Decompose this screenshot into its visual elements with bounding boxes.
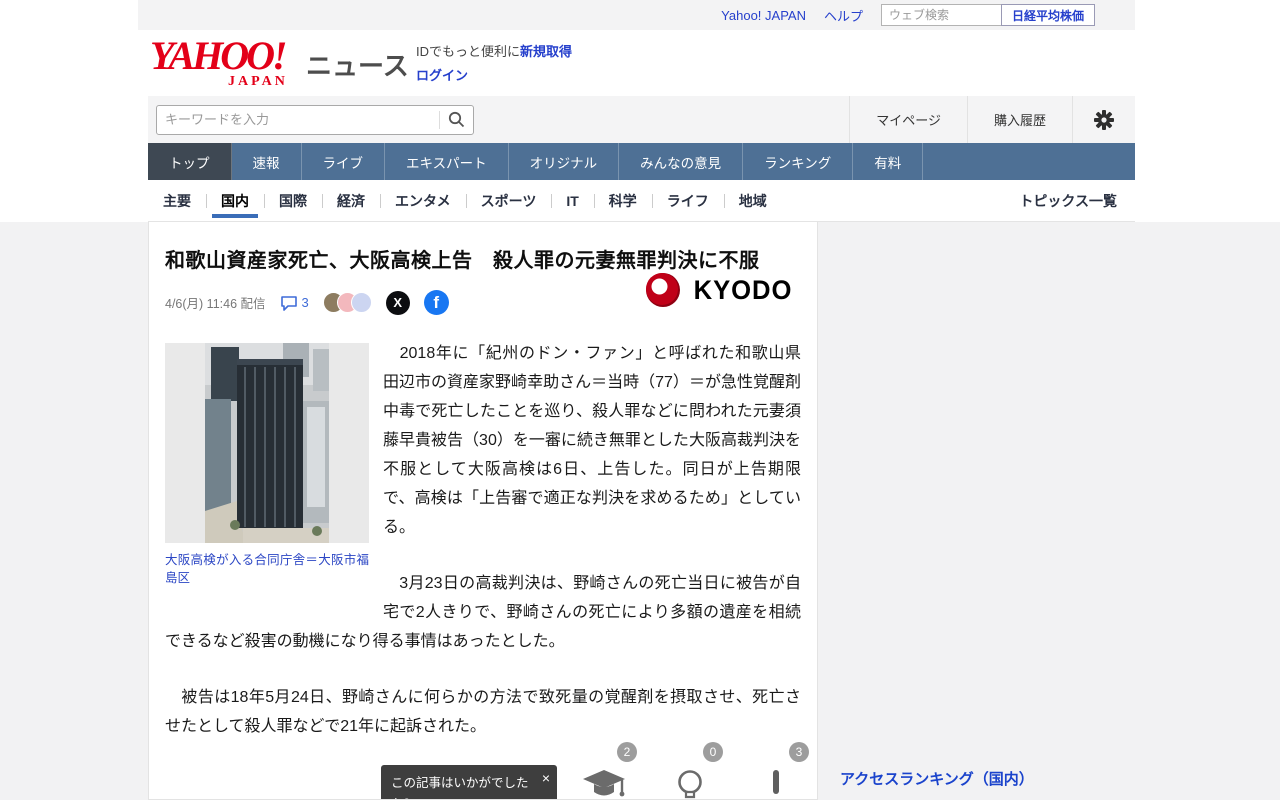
category-main[interactable]: 主要: [148, 180, 206, 221]
keyword-search-box: [156, 104, 474, 135]
comments-link[interactable]: 3: [280, 295, 309, 311]
category-entertainment[interactable]: エンタメ: [380, 180, 466, 221]
article-card: 和歌山資産家死亡、大阪高検上告 殺人罪の元妻無罪判決に不服 4/6(月) 11:…: [148, 222, 818, 800]
tab-paid[interactable]: 有料: [853, 143, 924, 180]
yahoo-logo-text: YAHOO!: [150, 33, 288, 78]
yahoo-japan-logo[interactable]: YAHOO! JAPAN: [150, 34, 300, 92]
article-title: 和歌山資産家死亡、大阪高検上告 殺人罪の元妻無罪判決に不服: [165, 250, 760, 272]
web-search-input[interactable]: [880, 4, 1001, 26]
tab-original[interactable]: オリジナル: [509, 143, 620, 180]
article-figure: 大阪高検が入る合同庁舎＝大阪市福島区: [165, 343, 369, 587]
reaction-clear-button[interactable]: 0: [655, 742, 725, 799]
category-domestic[interactable]: 国内: [206, 180, 264, 221]
keyword-search-input[interactable]: [165, 112, 439, 127]
provider-name: KYODO: [693, 274, 793, 305]
tab-opinions[interactable]: みんなの意見: [619, 143, 744, 180]
settings-button[interactable]: [1072, 96, 1135, 143]
comment-bubble-icon: [280, 295, 297, 311]
comment-count: 3: [301, 295, 309, 310]
purchase-history-link[interactable]: 購入履歴: [966, 96, 1072, 143]
tab-top[interactable]: トップ: [148, 143, 232, 180]
article-paragraph: 被告は18年5月24日、野崎さんに何らかの方法で致死量の覚醒剤を摂取させ、死亡さ…: [165, 689, 801, 735]
web-search-group: 日経平均株価: [880, 4, 1095, 26]
signup-link[interactable]: 新規取得: [520, 44, 572, 59]
tab-flash[interactable]: 速報: [232, 143, 302, 180]
main-navigation: トップ 速報 ライブ エキスパート オリジナル みんなの意見 ランキング 有料: [148, 143, 1135, 180]
site-header: YAHOO! JAPAN ニュース IDでもっと便利に新規取得 ログイン: [148, 30, 1135, 96]
graduation-cap-icon: [581, 768, 627, 799]
publish-date: 4/6(月) 11:46 配信: [165, 297, 266, 311]
share-x-icon[interactable]: X: [385, 290, 410, 315]
article-body: 大阪高検が入る合同庁舎＝大阪市福島区 2018年に「紀州のドン・ファン」と呼ばれ…: [165, 339, 801, 741]
tab-ranking[interactable]: ランキング: [743, 143, 854, 180]
category-science[interactable]: 科学: [593, 180, 652, 221]
news-service-title[interactable]: ニュース: [306, 46, 409, 83]
help-link[interactable]: ヘルプ: [824, 6, 863, 25]
tab-expert[interactable]: エキスパート: [385, 143, 509, 180]
login-link[interactable]: ログイン: [416, 66, 572, 86]
category-economy[interactable]: 経済: [322, 180, 380, 221]
image-caption[interactable]: 大阪高検が入る合同庁舎＝大阪市福島区: [165, 551, 369, 587]
keyword-search-row: マイページ 購入履歴: [148, 96, 1135, 143]
category-region[interactable]: 地域: [723, 180, 782, 221]
header-user-menu: マイページ 購入履歴: [849, 96, 1135, 143]
feedback-tooltip: この記事はいかがでしたか？ リアクションで応援しよう ×: [381, 765, 557, 799]
mypage-link[interactable]: マイページ: [849, 96, 967, 143]
reaction-new-perspective-button[interactable]: 3: [741, 742, 811, 799]
nikkei-average-button[interactable]: 日経平均株価: [1000, 4, 1095, 26]
id-promo-text: IDでもっと便利に: [416, 44, 521, 59]
top-utility-bar: Yahoo! JAPAN ヘルプ 日経平均株価: [138, 0, 1135, 30]
yahoo-news-page: Yahoo! JAPAN ヘルプ 日経平均株価 YAHOO! JAPAN ニュー…: [0, 0, 1280, 800]
category-sports[interactable]: スポーツ: [465, 180, 552, 221]
topics-list-link[interactable]: トピックス一覧: [1019, 191, 1135, 211]
id-promo-block: IDでもっと便利に新規取得 ログイン: [416, 42, 572, 85]
share-facebook-icon[interactable]: f: [423, 290, 449, 315]
exclamation-icon: [770, 768, 782, 799]
category-it[interactable]: IT: [551, 180, 593, 221]
access-ranking-title[interactable]: アクセスランキング（国内）: [840, 768, 1136, 800]
yahoo-japan-link[interactable]: Yahoo! JAPAN: [721, 8, 806, 23]
tab-live[interactable]: ライブ: [302, 143, 385, 180]
reaction-count-badge: 2: [617, 742, 637, 762]
reaction-count-badge: 3: [789, 742, 809, 762]
avatar: [350, 292, 372, 313]
lightbulb-icon: [675, 768, 705, 799]
category-navigation: 主要 国内 国際 経済 エンタメ スポーツ IT 科学 ライフ 地域 トピックス…: [148, 180, 1135, 222]
gear-icon: [1094, 109, 1114, 130]
search-icon[interactable]: [448, 111, 465, 128]
close-icon[interactable]: ×: [542, 767, 550, 791]
feedback-tooltip-line1: この記事はいかがでしたか？: [391, 776, 529, 799]
commenter-avatars[interactable]: [322, 292, 372, 313]
reaction-count-badge: 0: [703, 742, 723, 762]
reaction-bar: 2 0 3: [569, 742, 811, 799]
provider-logo[interactable]: KYODO: [645, 272, 795, 308]
reaction-learned-button[interactable]: 2: [569, 742, 639, 799]
search-divider: [439, 110, 440, 129]
category-world[interactable]: 国際: [264, 180, 322, 221]
yahoo-logo-japan-text: JAPAN: [228, 74, 288, 89]
category-life[interactable]: ライフ: [651, 180, 724, 221]
kyodo-emblem-icon: [645, 273, 680, 307]
building-photo[interactable]: [165, 343, 369, 543]
